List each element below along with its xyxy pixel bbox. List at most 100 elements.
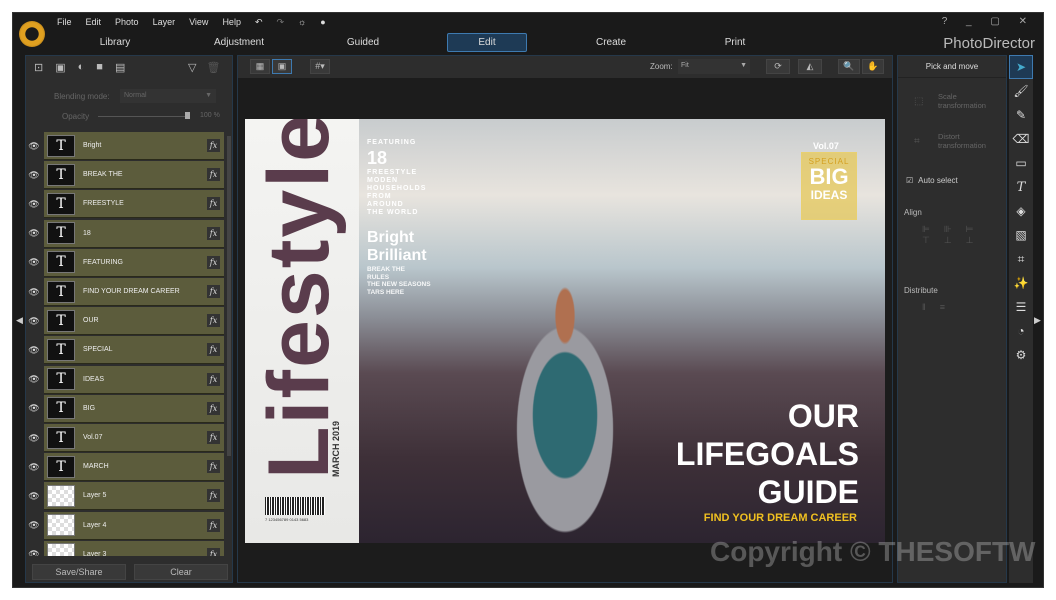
add-image-icon[interactable]: ▣ xyxy=(55,61,65,74)
fx-icon[interactable]: fx xyxy=(207,139,220,152)
save-share-button[interactable]: Save/Share xyxy=(32,564,126,580)
visibility-eye-icon[interactable]: 👁 xyxy=(26,491,42,502)
visibility-eye-icon[interactable]: 👁 xyxy=(26,462,42,473)
tab-library[interactable]: Library xyxy=(53,33,177,52)
redo-icon[interactable]: ↷ xyxy=(277,17,285,28)
tab-guided[interactable]: Guided xyxy=(301,33,425,52)
visibility-eye-icon[interactable]: 👁 xyxy=(26,433,42,444)
mask-icon[interactable]: ■ xyxy=(96,61,103,74)
menu-help[interactable]: Help xyxy=(222,17,241,28)
tab-adjustment[interactable]: Adjustment xyxy=(177,33,301,52)
undo-icon[interactable]: ↶ xyxy=(255,17,263,28)
settings-icon[interactable]: ☼ xyxy=(298,17,306,28)
menu-file[interactable]: File xyxy=(57,17,72,28)
rectangle-icon[interactable]: ▭ xyxy=(1009,151,1033,175)
fx-icon[interactable]: fx xyxy=(207,489,220,503)
layer-row[interactable]: 👁 Layer 3 fx xyxy=(26,540,226,556)
window-controls[interactable]: ? _ ▢ ✕ xyxy=(942,16,1035,27)
tab-edit[interactable]: Edit xyxy=(447,33,527,52)
color-icon[interactable]: ◔ xyxy=(1009,319,1033,343)
visibility-eye-icon[interactable]: 👁 xyxy=(26,316,42,327)
layer-row[interactable]: 👁 T 18 fx xyxy=(26,219,226,248)
adjust-icon[interactable]: ◐ xyxy=(78,61,85,74)
fx-icon[interactable]: fx xyxy=(207,547,220,556)
distribute-buttons[interactable]: ‖≡ xyxy=(922,302,959,312)
collapse-left-icon[interactable]: ◀ xyxy=(16,315,23,326)
menu-photo[interactable]: Photo xyxy=(115,17,139,28)
visibility-eye-icon[interactable]: 👁 xyxy=(26,141,42,152)
delete-icon[interactable]: 🗑 xyxy=(206,61,220,74)
fx-icon[interactable]: fx xyxy=(207,518,220,532)
tab-print[interactable]: Print xyxy=(673,33,797,52)
fill-icon[interactable]: ◈ xyxy=(1009,199,1033,223)
fx-icon[interactable]: fx xyxy=(207,226,220,240)
tab-create[interactable]: Create xyxy=(549,33,673,52)
gear-icon[interactable]: ⚙ xyxy=(1009,343,1033,367)
layer-row[interactable]: 👁 T OUR fx xyxy=(26,307,226,336)
layer-row[interactable]: 👁 T FEATURING fx xyxy=(26,248,226,277)
fx-icon[interactable]: fx xyxy=(207,343,220,357)
layer-row[interactable]: 👁 T BIG fx xyxy=(26,394,226,423)
layer-row[interactable]: 👁 Layer 5 fx xyxy=(26,482,226,511)
magic-wand-icon[interactable]: ✨ xyxy=(1009,271,1033,295)
text-tool-icon[interactable]: T xyxy=(1009,175,1033,199)
add-layer-icon[interactable]: ⊡ xyxy=(34,61,43,74)
scale-icon[interactable]: ⬚ xyxy=(914,96,923,107)
layer-row[interactable]: 👁 T MARCH fx xyxy=(26,453,226,482)
fx-icon[interactable]: fx xyxy=(207,285,220,298)
scale-transformation[interactable]: Scale transformation xyxy=(938,92,998,110)
arrange-icon[interactable]: ▤ xyxy=(115,61,125,74)
visibility-eye-icon[interactable]: 👁 xyxy=(26,403,42,414)
fx-icon[interactable]: fx xyxy=(207,314,220,328)
grid-icon[interactable]: #▾ xyxy=(310,59,330,74)
sliders-icon[interactable]: ☰ xyxy=(1009,295,1033,319)
fx-icon[interactable]: fx xyxy=(207,255,220,269)
rotate-icon[interactable]: ⟳ xyxy=(766,59,790,74)
menu-view[interactable]: View xyxy=(189,17,208,28)
collapse-right-icon[interactable]: ▶ xyxy=(1034,315,1041,326)
visibility-eye-icon[interactable]: 👁 xyxy=(26,374,42,385)
layer-row[interactable]: 👁 T SPECIAL fx xyxy=(26,336,226,365)
visibility-eye-icon[interactable]: 👁 xyxy=(26,199,42,210)
fx-icon[interactable]: fx xyxy=(207,460,220,474)
crop-icon[interactable]: ⌗ xyxy=(1009,247,1033,271)
hand-tool-icon[interactable]: ✋ xyxy=(862,59,884,74)
eraser-icon[interactable]: ⌫ xyxy=(1009,127,1033,151)
zoom-select[interactable]: Fit ▼ xyxy=(678,59,750,74)
visibility-eye-icon[interactable]: 👁 xyxy=(26,345,42,356)
fx-icon[interactable]: fx xyxy=(207,372,220,386)
visibility-eye-icon[interactable]: 👁 xyxy=(26,170,42,181)
layer-row[interactable]: 👁 Layer 4 fx xyxy=(26,511,226,540)
layer-row[interactable]: 👁 T FIND YOUR DREAM CAREER fx xyxy=(26,278,226,306)
distort-icon[interactable]: ⌗ xyxy=(914,136,920,147)
zoom-tool-icon[interactable]: 🔍 xyxy=(838,59,860,74)
pencil-icon[interactable]: ✎ xyxy=(1009,103,1033,127)
visibility-eye-icon[interactable]: 👁 xyxy=(26,549,42,556)
filter-icon[interactable]: ▽ xyxy=(188,61,196,74)
single-view-icon[interactable]: ▣ xyxy=(272,59,292,74)
layer-row[interactable]: 👁 T Bright fx xyxy=(26,132,226,160)
menu-layer[interactable]: Layer xyxy=(153,17,176,28)
compare-view-icon[interactable]: ▦ xyxy=(250,59,270,74)
opacity-slider[interactable] xyxy=(98,112,190,119)
layer-scrollbar[interactable] xyxy=(227,136,231,456)
pick-move-icon[interactable]: ➤ xyxy=(1009,55,1033,79)
layer-row[interactable]: 👁 T BREAK THE fx xyxy=(26,161,226,190)
fx-icon[interactable]: fx xyxy=(207,431,220,444)
layer-row[interactable]: 👁 T FREESTYLE fx xyxy=(26,190,226,219)
notification-icon[interactable]: ● xyxy=(320,17,325,28)
clear-button[interactable]: Clear xyxy=(134,564,228,580)
fx-icon[interactable]: fx xyxy=(207,401,220,415)
auto-select-checkbox[interactable]: ☑ Auto select xyxy=(906,176,958,185)
menu-edit[interactable]: Edit xyxy=(86,17,102,28)
visibility-eye-icon[interactable]: 👁 xyxy=(26,257,42,268)
fx-icon[interactable]: fx xyxy=(207,197,220,211)
visibility-eye-icon[interactable]: 👁 xyxy=(26,520,42,531)
visibility-eye-icon[interactable]: 👁 xyxy=(26,228,42,239)
blending-select[interactable]: Normal ▼ xyxy=(120,89,216,103)
fx-icon[interactable]: fx xyxy=(207,168,220,182)
visibility-eye-icon[interactable]: 👁 xyxy=(26,287,42,298)
layer-row[interactable]: 👁 T IDEAS fx xyxy=(26,365,226,394)
align-buttons[interactable]: ⊫⊪⊨ ⊤⊥⊥ xyxy=(922,224,988,246)
brush-icon[interactable]: 🖌 xyxy=(1009,79,1033,103)
